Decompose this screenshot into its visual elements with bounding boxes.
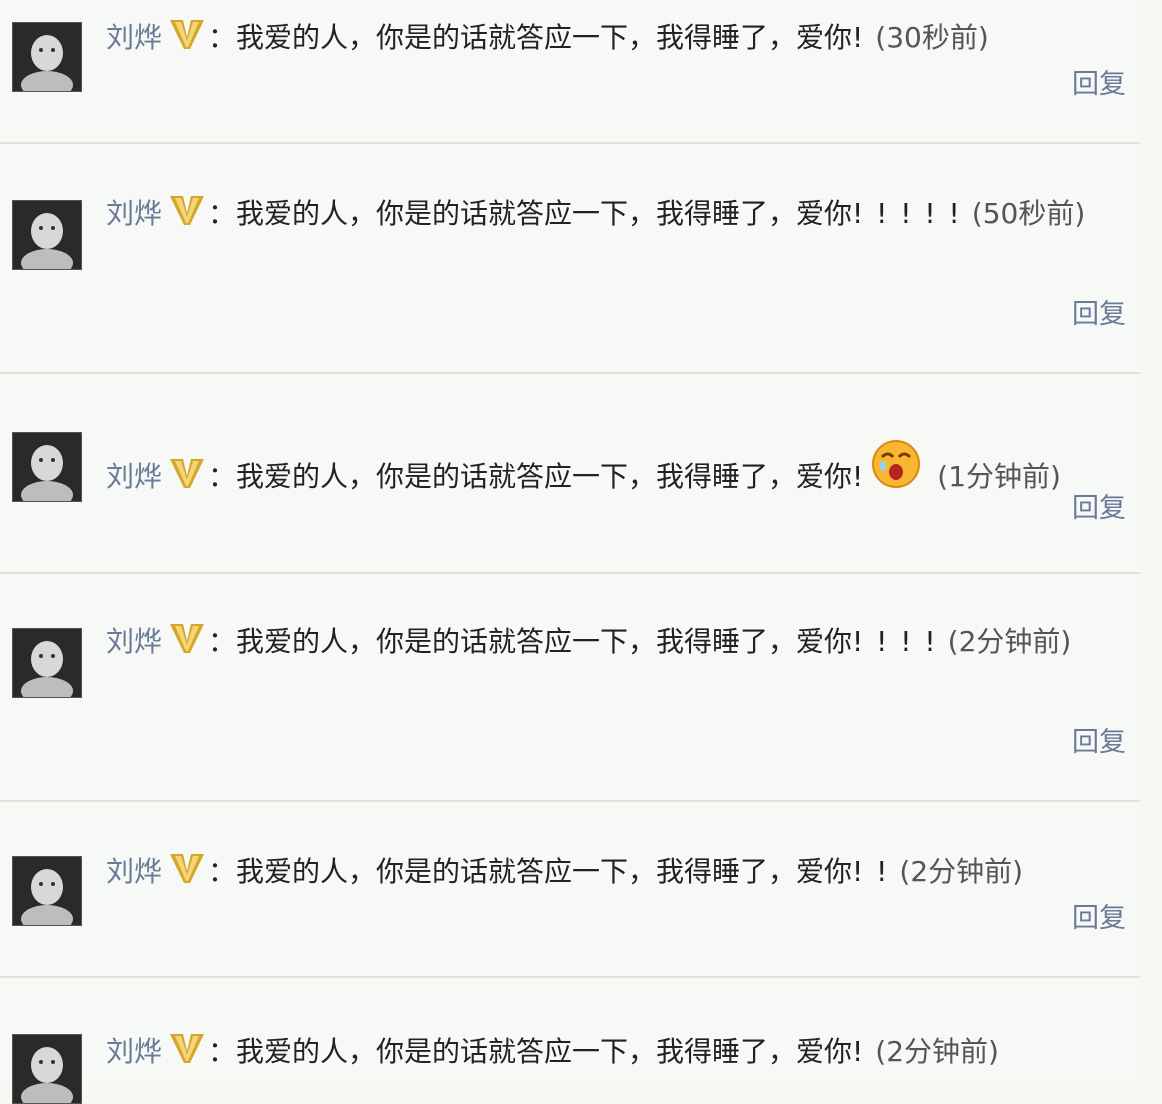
comment-text: 我爱的人，你是的话就答应一下，我得睡了，爱你 xyxy=(236,460,853,493)
username-link[interactable]: 刘烨 xyxy=(106,21,162,54)
exclamation-marks: ! xyxy=(852,460,866,493)
username-link[interactable]: 刘烨 xyxy=(106,855,162,888)
separator: ： xyxy=(208,460,237,493)
username-link[interactable]: 刘烨 xyxy=(106,1035,162,1068)
reply-link[interactable]: 回复 xyxy=(1072,896,1126,935)
comment-line: 刘烨 ：我爱的人，你是的话就答应一下，我得睡了，爱你! (1分钟前) xyxy=(106,438,1126,503)
comment-text: 我爱的人，你是的话就答应一下，我得睡了，爱你 xyxy=(236,21,853,54)
crying-face-emoji-icon xyxy=(872,440,921,488)
avatar[interactable] xyxy=(12,22,82,92)
comment-text: 我爱的人，你是的话就答应一下，我得睡了，爱你 xyxy=(236,1035,853,1068)
verified-v-icon xyxy=(170,1034,205,1063)
exclamation-marks: ! ! ! ! ! xyxy=(852,197,962,230)
separator: ： xyxy=(208,197,237,230)
comment-line: 刘烨 ：我爱的人，你是的话就答应一下，我得睡了，爱你! ! (2分钟前) xyxy=(106,846,1126,898)
username-link[interactable]: 刘烨 xyxy=(106,460,162,493)
exclamation-marks: ! xyxy=(852,1035,866,1068)
verified-v-icon xyxy=(170,196,205,225)
timestamp: (30秒前) xyxy=(875,21,989,54)
reply-link[interactable]: 回复 xyxy=(1072,486,1126,525)
separator: ： xyxy=(208,1035,237,1068)
avatar[interactable] xyxy=(12,200,82,270)
verified-v-icon xyxy=(170,20,205,49)
avatar[interactable] xyxy=(12,856,82,926)
timestamp: (1分钟前) xyxy=(937,460,1061,493)
separator: ： xyxy=(208,625,237,658)
exclamation-marks: ! ! ! ! xyxy=(852,625,938,658)
verified-v-icon xyxy=(170,624,205,653)
comment-text: 我爱的人，你是的话就答应一下，我得睡了，爱你 xyxy=(236,855,853,888)
exclamation-marks: ! ! xyxy=(852,855,890,888)
verified-v-icon xyxy=(170,459,205,488)
comment-line: 刘烨 ：我爱的人，你是的话就答应一下，我得睡了，爱你! ! ! ! ! (50秒前) xyxy=(106,188,1126,240)
comment-item: 刘烨 ：我爱的人，你是的话就答应一下，我得睡了，爱你! ! (2分钟前) 回复 xyxy=(0,802,1140,978)
comment-line: 刘烨 ：我爱的人，你是的话就答应一下，我得睡了，爱你! (2分钟前) xyxy=(106,1026,1126,1078)
comment-item: 刘烨 ：我爱的人，你是的话就答应一下，我得睡了，爱你! ! ! ! (2分钟前) 回… xyxy=(0,574,1140,802)
username-link[interactable]: 刘烨 xyxy=(106,197,162,230)
avatar[interactable] xyxy=(12,432,82,502)
comment-item: 刘烨 ：我爱的人，你是的话就答应一下，我得睡了，爱你! (30秒前) 回复 xyxy=(0,0,1140,144)
comment-item: 刘烨 ：我爱的人，你是的话就答应一下，我得睡了，爱你! (1分钟前) 回复 xyxy=(0,374,1140,574)
timestamp: (2分钟前) xyxy=(947,625,1072,658)
separator: ： xyxy=(208,855,237,888)
reply-link[interactable]: 回复 xyxy=(1072,292,1126,331)
verified-v-icon xyxy=(170,854,205,883)
timestamp: (2分钟前) xyxy=(875,1035,999,1068)
exclamation-marks: ! xyxy=(852,21,866,54)
username-link[interactable]: 刘烨 xyxy=(106,625,162,658)
comment-line: 刘烨 ：我爱的人，你是的话就答应一下，我得睡了，爱你! ! ! ! (2分钟前) xyxy=(106,616,1126,668)
timestamp: (50秒前) xyxy=(971,197,1086,230)
reply-link[interactable]: 回复 xyxy=(1072,62,1126,101)
comment-text: 我爱的人，你是的话就答应一下，我得睡了，爱你 xyxy=(236,625,853,658)
comment-feed: 刘烨 ：我爱的人，你是的话就答应一下，我得睡了，爱你! (30秒前) 回复 刘烨 ：我… xyxy=(0,0,1162,1104)
comment-text: 我爱的人，你是的话就答应一下，我得睡了，爱你 xyxy=(236,197,853,230)
avatar[interactable] xyxy=(12,628,82,698)
timestamp: (2分钟前) xyxy=(899,855,1024,888)
reply-link[interactable]: 回复 xyxy=(1072,720,1126,759)
avatar[interactable] xyxy=(12,1034,82,1104)
comment-line: 刘烨 ：我爱的人，你是的话就答应一下，我得睡了，爱你! (30秒前) xyxy=(106,12,1126,64)
comment-item: 刘烨 ：我爱的人，你是的话就答应一下，我得睡了，爱你! (2分钟前) xyxy=(0,978,1140,1104)
comment-item: 刘烨 ：我爱的人，你是的话就答应一下，我得睡了，爱你! ! ! ! ! (50秒前)… xyxy=(0,144,1140,374)
separator: ： xyxy=(208,21,237,54)
